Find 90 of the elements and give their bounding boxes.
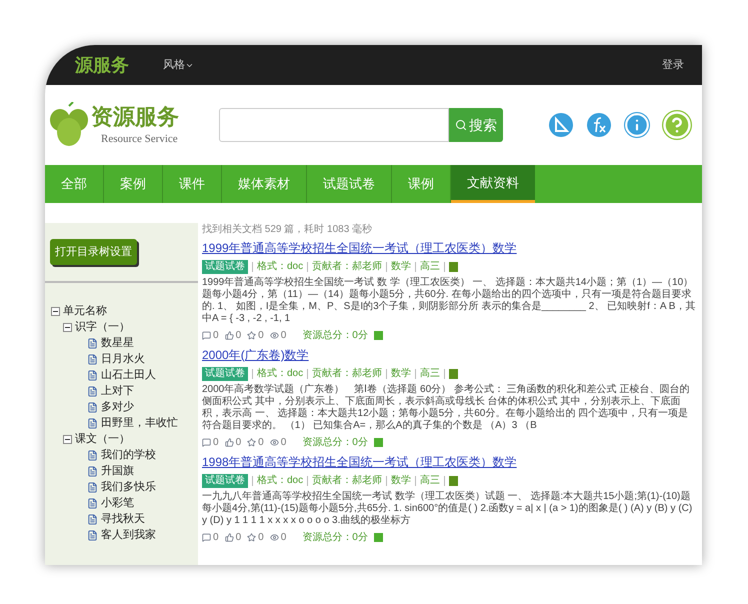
tree-item[interactable]: 小彩笔: [101, 494, 134, 512]
tree-item[interactable]: 客人到我家: [101, 526, 156, 544]
tree-item[interactable]: 数星星: [101, 334, 134, 352]
stat-count: 0: [213, 436, 219, 450]
eye-icon: [270, 438, 279, 447]
collapse-icon[interactable]: [51, 306, 60, 316]
comment-icon: [202, 533, 211, 542]
stat-count: 0: [258, 329, 264, 343]
meta-text: 格式：doc: [257, 260, 304, 274]
tree-item[interactable]: 山石土田人: [101, 366, 156, 384]
result-snippet: 2000年高考数学试题（广东卷） 第Ⅰ卷（选择题 60分） 参考公式： 三角函数的积化和差公式 正棱台、圆台的侧面积公式 其中，分别表示上、下底面周长，表示斜高或母线长 台体的体积公式 其中，分别表示上、下底面积，表示高 一、 选择题：本大题共12小题；第每小题5分，共60分。在每小题给出的 四个选项中，只有一项是符合题目要求的。 （1） 已知集合A=，那么A的真子集的个数是 （A）3 （B: [202, 384, 690, 432]
document-icon: [87, 354, 98, 364]
style-menu[interactable]: 风格: [163, 56, 194, 74]
logo-title: 资源服务: [91, 102, 179, 131]
thumbs-up-icon: [224, 438, 234, 447]
meta-text: 高三: [420, 366, 440, 381]
star-icon: [247, 533, 256, 542]
collapse-icon[interactable]: [63, 322, 72, 332]
meta-text: 高三: [420, 474, 440, 488]
search-field[interactable]: [219, 108, 449, 142]
result-title-link[interactable]: 1999年普通高等学校招生全国统一考试（理工农医类）数学: [202, 241, 517, 256]
leaf-logo-icon: [49, 102, 89, 148]
tree-item[interactable]: 上对下: [101, 382, 134, 400]
document-icon: [87, 418, 98, 428]
meta-text: 贡献者：郝老师: [312, 366, 382, 381]
info-icon[interactable]: [624, 112, 650, 138]
result-title-link[interactable]: 2000年(广东卷)数学: [202, 348, 309, 363]
tree-settings-button[interactable]: 打开目录树设置: [50, 238, 137, 266]
document-icon: [87, 482, 98, 492]
stat-count: 0: [213, 531, 219, 545]
nav-tab[interactable]: 文献资料: [451, 165, 535, 203]
eye-icon: [270, 331, 279, 340]
meta-text: 格式：doc: [257, 366, 304, 381]
stat-count: 0: [280, 436, 286, 450]
login-link[interactable]: 登录: [662, 56, 684, 74]
stat-count: 0: [280, 329, 286, 343]
tree-item[interactable]: 我们多快乐: [101, 478, 156, 496]
document-icon: [87, 386, 98, 396]
meta-text: 数学: [391, 260, 412, 274]
document-icon: [87, 466, 98, 476]
tree-item[interactable]: 寻找秋天: [101, 510, 145, 528]
logo-subtitle: Resource Service: [101, 132, 179, 147]
meta-text: 贡献者：郝老师: [312, 260, 382, 274]
result-snippet: 一九九八年普通高等学校招生全国统一考试 数学（理工农医类）试题 一、 选择题:本大题共15小题;第(1)-(10)题每小题4分,第(11)-(15)题每小题5分,共65分. 1. sin600°的值是( ) 2.函数y = a| x | (a > 1)的图象是( ) (A) y (B) y (C) y (D) y 1 1 1 1 x x x x o o o o 3.曲线的极坐标方: [202, 491, 694, 527]
stat-count: 0: [236, 531, 242, 545]
document-icon: [87, 402, 98, 412]
result-summary: 找到相关文档 529 篇，耗时 1083 毫秒: [202, 223, 374, 236]
document-icon: [87, 370, 98, 380]
star-icon: [247, 331, 256, 340]
document-icon: [87, 450, 98, 460]
document-icon: [87, 498, 98, 508]
stat-count: 0: [213, 329, 219, 343]
stat-count: 0: [258, 436, 264, 450]
eye-icon: [270, 533, 279, 542]
tree-item[interactable]: 识字（一）: [75, 318, 130, 336]
comment-icon: [202, 438, 211, 447]
tree-item[interactable]: 单元名称: [63, 302, 107, 320]
meta-text: 格式：doc: [257, 474, 304, 488]
result-snippet: 1999年普通高等学校招生全国统一考试 数 学（理工农医类） 一、 选择题：本大题共14小题；第（1）—（10）题每小题4分，第（11）—（14）题每小题5分，共60分. 在每小题给出的四个选项中，只有一项是符合题目要求的. 1、 如图，I是全集，M、P、S是I的3个子集，则阴影部分所 表示的集合是________ 2、 已知映射f：A B，其中A = { -3 , -2 , -1, 1: [202, 277, 696, 325]
brand-name[interactable]: 源服务: [75, 52, 129, 78]
document-icon: [87, 338, 98, 348]
tree-item[interactable]: 升国旗: [101, 462, 134, 480]
triangle-ruler-icon[interactable]: [548, 112, 574, 138]
document-icon: [87, 514, 98, 524]
result-title-link[interactable]: 1998年普通高等学校招生全国统一考试（理工农医类）数学: [202, 455, 517, 470]
meta-text: 数学: [391, 474, 412, 488]
score-text: 资源总分：0分: [302, 436, 368, 450]
star-icon: [247, 438, 256, 447]
tree-item[interactable]: 课文（一）: [75, 430, 130, 448]
meta-text: 高三: [420, 260, 440, 274]
search-icon: [455, 119, 467, 131]
tree-item[interactable]: 田野里，丰收忙: [101, 414, 178, 432]
tree-item[interactable]: 日月水火: [101, 350, 145, 368]
meta-text: 数学: [391, 367, 412, 381]
collapse-icon[interactable]: [63, 434, 72, 444]
tree-item[interactable]: 我们的学校: [101, 446, 156, 464]
document-icon: [87, 530, 98, 540]
formula-icon[interactable]: [586, 112, 612, 138]
help-icon[interactable]: [662, 110, 692, 140]
score-text: 资源总分：0分: [302, 328, 368, 343]
stat-count: 0: [236, 329, 242, 343]
thumbs-up-icon: [224, 533, 234, 542]
score-text: 资源总分：0分: [302, 530, 368, 545]
thumbs-up-icon: [224, 331, 234, 340]
meta-text: 贡献者：郝老师: [312, 474, 382, 488]
tree-item[interactable]: 多对少: [101, 398, 134, 416]
stat-count: 0: [236, 436, 242, 450]
stat-count: 0: [280, 531, 286, 545]
stat-count: 0: [258, 531, 264, 545]
comment-icon: [202, 331, 211, 340]
